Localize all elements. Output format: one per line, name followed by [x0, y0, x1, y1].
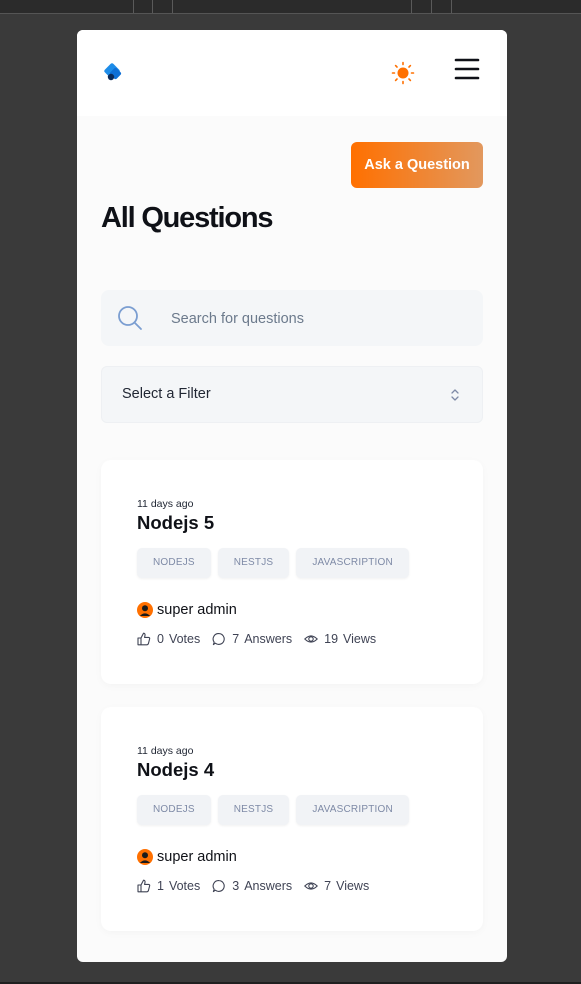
filter-selected-value: Select a Filter	[122, 386, 211, 402]
browser-top-bar	[0, 0, 581, 14]
hamburger-menu-icon[interactable]	[454, 57, 480, 81]
answers-metric: 7 Answers	[212, 632, 292, 646]
question-card: 11 days ago Nodejs 5 NODEJS NESTJS JAVAS…	[101, 460, 483, 684]
author-name: super admin	[157, 602, 237, 618]
answers-count: 3	[232, 879, 240, 893]
tag-javascription[interactable]: JAVASCRIPTION	[296, 795, 409, 825]
answers-label: Answers	[244, 879, 293, 893]
question-card: 11 days ago Nodejs 4 NODEJS NESTJS JAVAS…	[101, 707, 483, 931]
answers-label: Answers	[244, 632, 293, 646]
question-author[interactable]: super admin	[137, 602, 237, 618]
views-label: Views	[336, 879, 370, 893]
question-author[interactable]: super admin	[137, 849, 237, 865]
chevron-up-down-icon	[451, 389, 459, 401]
views-metric: 7 Views	[304, 879, 369, 893]
question-title[interactable]: Nodejs 5	[137, 512, 214, 534]
eye-icon	[304, 635, 319, 643]
views-count: 19	[324, 632, 339, 646]
question-timestamp: 11 days ago	[137, 498, 194, 510]
votes-count: 0	[157, 632, 164, 646]
devflow-logo-icon[interactable]	[101, 63, 125, 83]
views-label: Views	[343, 632, 377, 646]
votes-metric: 1 Votes	[137, 879, 200, 893]
search-bar	[101, 290, 483, 348]
votes-label: Votes	[168, 632, 201, 646]
tag-javascription[interactable]: JAVASCRIPTION	[296, 548, 409, 578]
author-name: super admin	[157, 849, 237, 865]
views-count: 7	[324, 879, 332, 893]
question-title[interactable]: Nodejs 4	[137, 759, 214, 781]
views-metric: 19 Views	[304, 632, 376, 646]
thumbs-up-icon	[137, 632, 151, 646]
tag-list: NODEJS NESTJS JAVASCRIPTION	[137, 548, 409, 578]
filter-select[interactable]: Select a Filter	[101, 366, 483, 423]
eye-icon	[304, 882, 319, 890]
question-metrics: 1 Votes 3 Answers 7 Views	[137, 879, 381, 893]
answers-count: 7	[232, 632, 240, 646]
page-title: All Questions	[101, 202, 274, 234]
question-metrics: 0 Votes 7 Answers 19 Views	[137, 632, 388, 646]
answers-metric: 3 Answers	[212, 879, 292, 893]
question-timestamp: 11 days ago	[137, 745, 194, 757]
votes-metric: 0 Votes	[137, 632, 200, 646]
tag-nestjs[interactable]: NESTJS	[217, 548, 290, 578]
message-icon	[212, 880, 225, 893]
votes-label: Votes	[168, 879, 201, 893]
search-icon	[118, 306, 142, 330]
sun-icon[interactable]	[391, 61, 415, 85]
tag-nodejs[interactable]: NODEJS	[137, 548, 211, 578]
mobile-viewport: Ask a Question All Questions Select a Fi…	[77, 30, 507, 962]
avatar	[137, 602, 153, 618]
search-input[interactable]	[169, 290, 473, 348]
avatar	[137, 849, 153, 865]
thumbs-up-icon	[137, 879, 151, 893]
tag-list: NODEJS NESTJS JAVASCRIPTION	[137, 795, 409, 825]
ask-question-button[interactable]: Ask a Question	[351, 142, 483, 188]
tag-nodejs[interactable]: NODEJS	[137, 795, 211, 825]
navbar	[77, 30, 507, 116]
votes-count: 1	[157, 879, 164, 893]
message-icon	[212, 633, 225, 646]
tag-nestjs[interactable]: NESTJS	[217, 795, 290, 825]
